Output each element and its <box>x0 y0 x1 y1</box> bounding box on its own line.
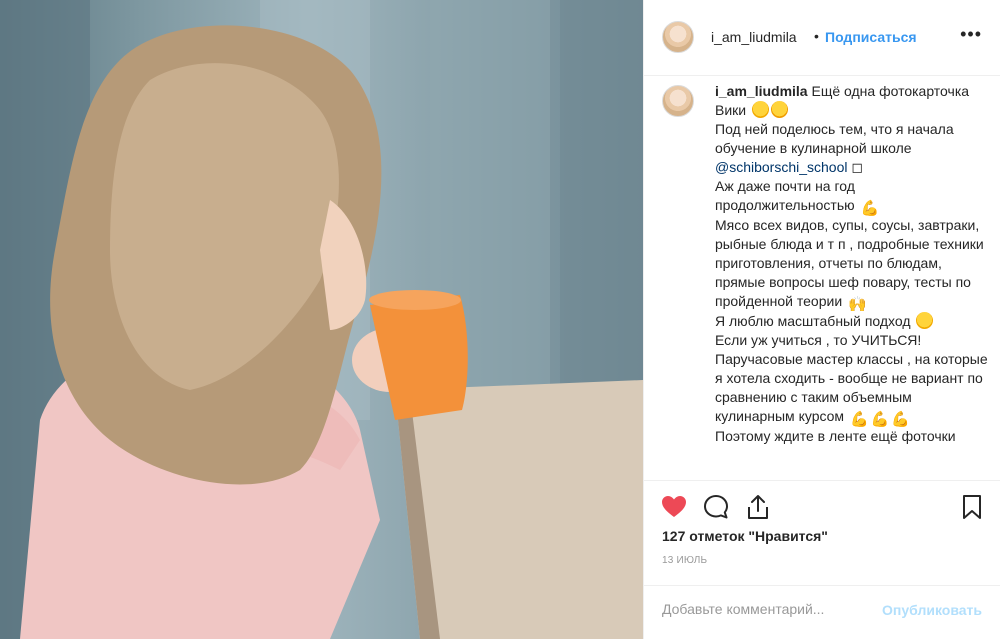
action-bar <box>644 480 1000 530</box>
caption-area[interactable]: i_am_liudmila Ещё одна фотокарточка Вики… <box>644 77 1000 479</box>
heart-icon[interactable] <box>660 493 688 521</box>
grinning-face-icon <box>916 312 934 329</box>
photo-illustration <box>0 0 643 639</box>
header-separator: • <box>814 28 819 44</box>
post-header: i_am_liudmila • Подписаться ••• <box>644 0 1000 76</box>
author-avatar[interactable] <box>662 21 694 53</box>
caption-text-7: Поэтому ждите в ленте ещё фоточки <box>715 428 956 444</box>
caption-username-link[interactable]: i_am_liudmila <box>715 83 808 99</box>
caption-text-2: Под ней поделюсь тем, что я начала обуче… <box>715 121 954 156</box>
hugging-face-icon <box>771 101 788 118</box>
caption-text: i_am_liudmila Ещё одна фотокарточка Вики… <box>715 82 990 446</box>
flexed-biceps-icon: 💪 <box>870 411 890 428</box>
comment-icon[interactable] <box>702 493 730 521</box>
post-side-panel: i_am_liudmila • Подписаться ••• i_am_liu… <box>643 0 1000 639</box>
more-options-icon[interactable]: ••• <box>960 24 982 45</box>
publish-button[interactable]: Опубликовать <box>882 602 982 618</box>
flexed-biceps-icon: 💪 <box>891 411 911 428</box>
comment-input[interactable] <box>660 600 864 618</box>
flexed-biceps-icon: 💪 <box>860 200 880 217</box>
post-photo[interactable] <box>0 0 643 639</box>
caption-text-5: Я люблю масштабный подход <box>715 313 911 329</box>
caption-avatar[interactable] <box>662 85 694 117</box>
share-icon[interactable] <box>744 493 772 521</box>
flexed-biceps-icon: 💪 <box>849 411 869 428</box>
smiling-face-icon <box>752 101 769 118</box>
likes-count[interactable]: 127 отметок "Нравится" <box>662 528 828 544</box>
mention-link[interactable]: @schiborschi_school <box>715 159 848 175</box>
bookmark-icon[interactable] <box>958 493 986 521</box>
raising-hands-icon: 🙌 <box>848 296 867 313</box>
follow-button[interactable]: Подписаться <box>825 29 917 45</box>
instagram-post: i_am_liudmila • Подписаться ••• i_am_liu… <box>0 0 1000 639</box>
post-date[interactable]: 13 ИЮЛЬ <box>662 555 707 566</box>
author-username-link[interactable]: i_am_liudmila <box>711 29 797 45</box>
comment-form: Опубликовать <box>644 585 1000 639</box>
